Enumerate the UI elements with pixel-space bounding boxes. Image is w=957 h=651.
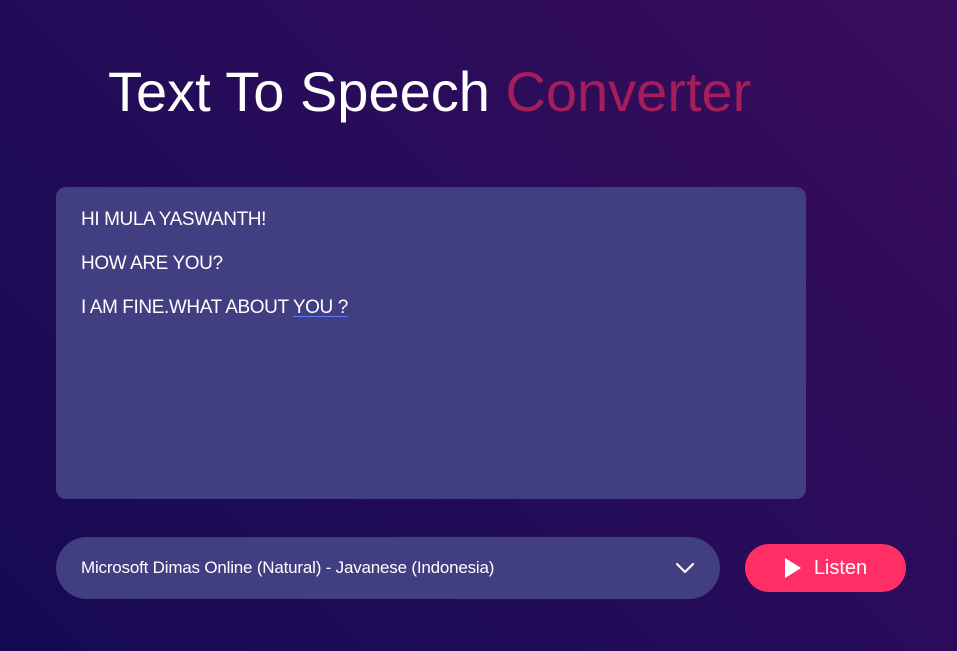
text-line: HI MULA YASWANTH! [81,209,266,230]
listen-button-label: Listen [813,556,868,579]
page-title: Text To Speech Converter [108,58,751,126]
spellcheck-underlined-text: YOU ? [292,297,348,318]
text-input-area[interactable]: HI MULA YASWANTH! HOW ARE YOU? I AM FINE… [56,187,806,499]
voice-select-value: Microsoft Dimas Online (Natural) - Javan… [81,558,495,577]
chevron-down-icon [675,561,695,575]
title-accent: Converter [505,60,752,123]
play-icon [784,557,802,579]
text-line-start: I AM FINE.WHAT ABOUT [81,297,293,318]
text-line: I AM FINE.WHAT ABOUT YOU ? [81,297,781,319]
text-line: HOW ARE YOU? [81,253,223,274]
voice-select[interactable]: Microsoft Dimas Online (Natural) - Javan… [56,537,720,599]
listen-button[interactable]: Listen [745,544,906,592]
title-main: Text To Speech [108,60,490,123]
